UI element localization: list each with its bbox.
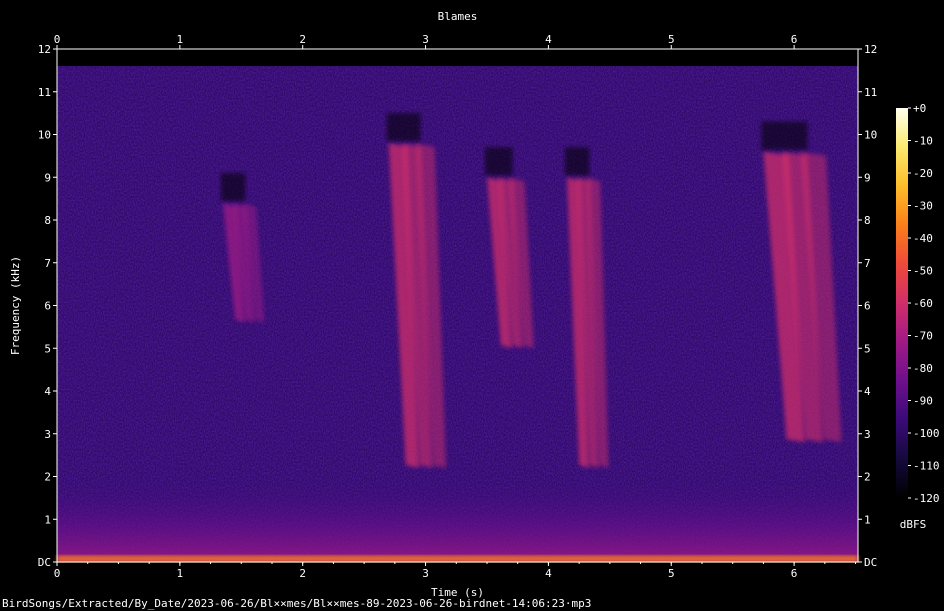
y-tick-label-right: 10 — [864, 129, 877, 142]
y-tick-label-right: 5 — [864, 342, 871, 355]
x-tick-label-bottom: 1 — [177, 567, 184, 580]
x-tick-label-bottom: 3 — [422, 567, 429, 580]
bird-call-shadow — [386, 113, 421, 142]
y-tick-label-left: 4 — [44, 385, 51, 398]
x-tick-label-top: 3 — [422, 33, 429, 46]
colorbar-tick-label: -50 — [913, 265, 933, 278]
y-tick-label-right: 11 — [864, 86, 877, 99]
y-tick-label-right: 8 — [864, 214, 871, 227]
y-tick-label-right: 6 — [864, 300, 871, 313]
y-tick-label-left: 6 — [44, 300, 51, 313]
y-axis-label: Frequency (kHz) — [9, 256, 22, 355]
colorbar-tick-label: -20 — [913, 167, 933, 180]
y-tick-label-right: 9 — [864, 171, 871, 184]
y-tick-label-left: 12 — [38, 43, 51, 56]
y-tick-label-left: 5 — [44, 342, 51, 355]
colorbar-tick-label: -30 — [913, 200, 933, 213]
colorbar-tick-label: -10 — [913, 135, 933, 148]
y-tick-label-left: 1 — [44, 513, 51, 526]
colorbar-tick-label: -70 — [913, 330, 933, 343]
colorbar-tick-label: +0 — [913, 102, 926, 115]
colorbar-label: dBFS — [900, 518, 927, 531]
x-tick-label-bottom: 0 — [54, 567, 61, 580]
colorbar-tick-label: -40 — [913, 232, 933, 245]
y-tick-label-left: 10 — [38, 129, 51, 142]
y-tick-label-left: 11 — [38, 86, 51, 99]
bird-call-shadow — [761, 121, 808, 150]
y-tick-label-right: 12 — [864, 43, 877, 56]
colorbar-tick-label: -120 — [913, 492, 940, 505]
bird-call-shadow — [220, 172, 246, 201]
y-tick-label-left: 8 — [44, 214, 51, 227]
colorbar-tick-label: -100 — [913, 427, 940, 440]
y-tick-label-right: 1 — [864, 513, 871, 526]
dc-band — [57, 555, 858, 562]
colorbar-tick-label: -110 — [913, 460, 940, 473]
x-tick-label-top: 1 — [177, 33, 184, 46]
x-tick-label-top: 0 — [54, 33, 61, 46]
x-tick-label-top: 4 — [545, 33, 552, 46]
y-tick-label-left: DC — [38, 556, 51, 569]
colorbar-gradient — [896, 108, 908, 498]
x-tick-label-bottom: 4 — [545, 567, 552, 580]
spectrogram-plot — [56, 48, 859, 563]
low-frequency-band — [57, 476, 858, 562]
colorbar-tick-label: -90 — [913, 395, 933, 408]
chart-title: Blames — [438, 10, 478, 23]
y-tick-label-left: 9 — [44, 171, 51, 184]
spectrogram-figure: 00112233445566DC DC1 12 23 34 45 56 67 78 89 910 10… — [9, 10, 940, 599]
x-tick-label-top: 6 — [791, 33, 798, 46]
colorbar-tick-label: -80 — [913, 362, 933, 375]
x-tick-label-bottom: 5 — [668, 567, 675, 580]
y-tick-label-left: 3 — [44, 428, 51, 441]
y-tick-label-right: 4 — [864, 385, 871, 398]
y-tick-label-left: 7 — [44, 257, 51, 270]
colorbar: +0 -10 -20 -30 -40 -50 -60 -70 -80 -90 -100 -110 -12… — [896, 102, 940, 531]
file-path-caption: BirdSongs/Extracted/By_Date/2023-06-26/B… — [2, 597, 592, 610]
bird-call-shadow — [564, 147, 590, 176]
colorbar-tick-label: -60 — [913, 297, 933, 310]
y-tick-label-right: 2 — [864, 471, 871, 484]
y-tick-label-left: 2 — [44, 471, 51, 484]
x-tick-label-top: 5 — [668, 33, 675, 46]
y-tick-label-right: DC — [864, 556, 877, 569]
colorbar-ticks: +0 -10 -20 -30 -40 -50 -60 -70 -80 -90 -100 -110 -12… — [908, 102, 940, 505]
x-tick-label-bottom: 6 — [791, 567, 798, 580]
y-tick-label-right: 3 — [864, 428, 871, 441]
x-tick-label-top: 2 — [299, 33, 306, 46]
y-tick-label-right: 7 — [864, 257, 871, 270]
x-tick-label-bottom: 2 — [299, 567, 306, 580]
bird-call-shadow — [484, 147, 513, 176]
